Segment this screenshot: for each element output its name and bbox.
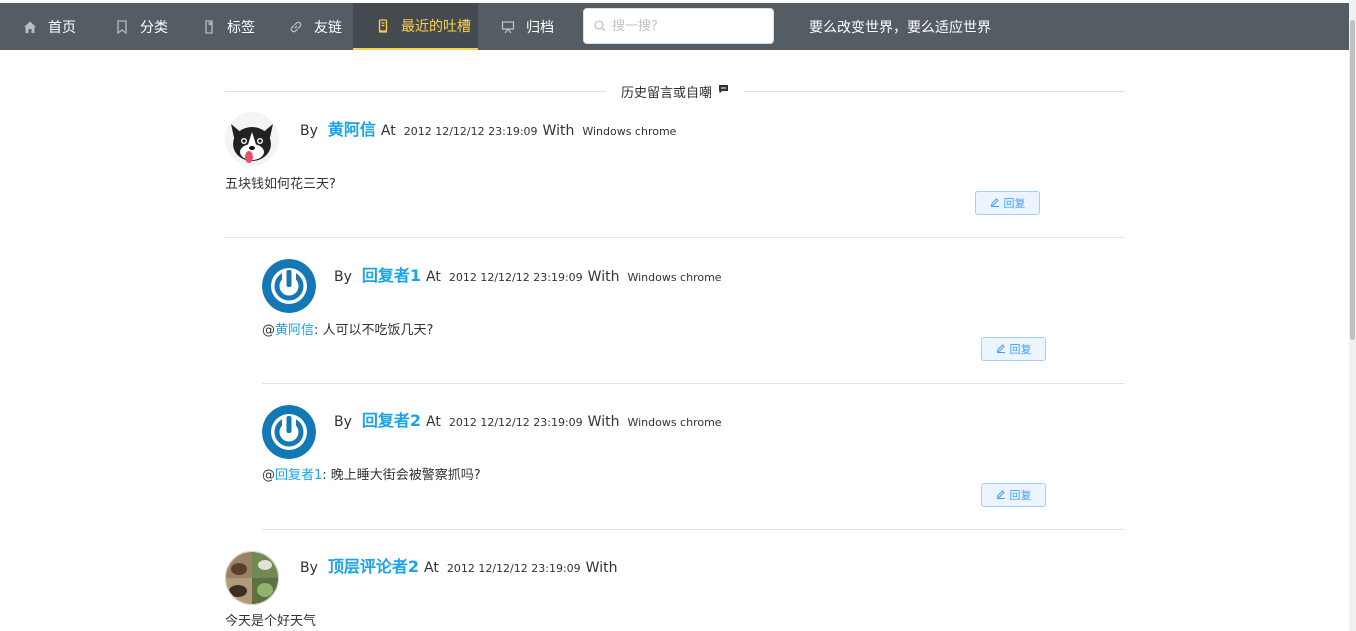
comment-body: 今天是个好天气 bbox=[225, 614, 317, 629]
by-label: By bbox=[300, 560, 318, 576]
at-sign: @ bbox=[262, 323, 275, 338]
comment-body: 五块钱如何花三天? bbox=[225, 177, 336, 192]
comment-text: 五块钱如何花三天? bbox=[225, 173, 336, 192]
comment-separator bbox=[262, 529, 1125, 530]
at-sign: @ bbox=[262, 468, 275, 483]
nav-item-category[interactable]: 分类 bbox=[92, 3, 179, 50]
comment-time: 2012 12/12/12 23:19:09 bbox=[403, 125, 538, 138]
nav-item-archive[interactable]: 归档 bbox=[478, 3, 568, 50]
reply-button[interactable]: 回复 bbox=[981, 483, 1046, 507]
edit-icon bbox=[990, 197, 1000, 210]
comment-body: : 晚上睡大街会被警察抓吗? bbox=[322, 468, 481, 483]
comment-meta: By 黄阿信 At 2012 12/12/12 23:19:09 With Wi… bbox=[300, 116, 676, 140]
nav-label-recent-rants: 最近的吐槽 bbox=[401, 18, 471, 35]
search-icon bbox=[594, 17, 606, 36]
by-label: By bbox=[300, 123, 318, 139]
reply-label: 回复 bbox=[1009, 343, 1032, 356]
section-title-text: 历史留言或自嘲 bbox=[621, 85, 713, 101]
section-title: 历史留言或自嘲 bbox=[606, 82, 745, 101]
at-label: At bbox=[424, 560, 439, 576]
tag-icon bbox=[201, 19, 217, 35]
search-input[interactable] bbox=[612, 18, 762, 34]
at-label: At bbox=[426, 414, 441, 430]
nav-label-links: 友链 bbox=[314, 19, 342, 36]
reply-label: 回复 bbox=[1009, 489, 1032, 502]
home-icon bbox=[22, 19, 38, 35]
comment-meta: By 回复者2 At 2012 12/12/12 23:19:09 With W… bbox=[334, 407, 722, 431]
nav-label-home: 首页 bbox=[48, 19, 76, 36]
client-info: Windows chrome bbox=[627, 271, 722, 284]
nav-item-home[interactable]: 首页 bbox=[0, 3, 92, 50]
nav-label-archive: 归档 bbox=[526, 19, 554, 36]
author-name[interactable]: 回复者1 bbox=[362, 262, 421, 286]
archive-icon bbox=[500, 19, 516, 35]
top-nav: 首页 分类 标签 友链 最近的吐槽 归档 要么改变世界，要么适 bbox=[0, 3, 1349, 50]
bookmark-icon bbox=[114, 19, 130, 35]
avatar[interactable] bbox=[225, 112, 279, 166]
avatar[interactable] bbox=[262, 405, 316, 459]
mention-link[interactable]: 回复者1 bbox=[275, 468, 322, 483]
comment-body: : 人可以不吃饭几天? bbox=[314, 323, 434, 338]
with-label: With bbox=[542, 123, 575, 139]
with-label: With bbox=[585, 560, 618, 576]
author-name[interactable]: 顶层评论者2 bbox=[328, 553, 419, 577]
comment-separator bbox=[225, 237, 1125, 238]
nav-item-recent-rants[interactable]: 最近的吐槽 bbox=[353, 3, 478, 50]
comment-text: @回复者1: 晚上睡大街会被警察抓吗? bbox=[262, 464, 481, 483]
nav-item-tags[interactable]: 标签 bbox=[179, 3, 266, 50]
nav-item-links[interactable]: 友链 bbox=[266, 3, 353, 50]
comment-separator bbox=[262, 383, 1125, 384]
client-info: Windows chrome bbox=[627, 416, 722, 429]
reply-button[interactable]: 回复 bbox=[975, 191, 1040, 215]
reply-label: 回复 bbox=[1003, 197, 1026, 210]
scrollbar-thumb[interactable] bbox=[1350, 20, 1355, 340]
comment-meta: By 顶层评论者2 At 2012 12/12/12 23:19:09 With bbox=[300, 553, 617, 577]
edit-icon bbox=[996, 489, 1006, 502]
edit-icon bbox=[996, 343, 1006, 356]
by-label: By bbox=[334, 269, 352, 285]
by-label: By bbox=[334, 414, 352, 430]
author-name[interactable]: 黄阿信 bbox=[328, 116, 376, 140]
chat-bubble-icon bbox=[718, 84, 729, 99]
page-scrollbar[interactable] bbox=[1349, 0, 1356, 631]
comment-time: 2012 12/12/12 23:19:09 bbox=[448, 271, 583, 284]
at-label: At bbox=[426, 269, 441, 285]
with-label: With bbox=[587, 414, 620, 430]
message-icon bbox=[375, 18, 391, 34]
reply-button[interactable]: 回复 bbox=[981, 337, 1046, 361]
comment-text: 今天是个好天气 bbox=[225, 610, 316, 629]
avatar[interactable] bbox=[262, 259, 316, 313]
with-label: With bbox=[587, 269, 620, 285]
link-icon bbox=[288, 19, 304, 35]
comment-meta: By 回复者1 At 2012 12/12/12 23:19:09 With W… bbox=[334, 262, 722, 286]
nav-label-tags: 标签 bbox=[227, 19, 255, 36]
mention-link[interactable]: 黄阿信 bbox=[275, 323, 314, 338]
author-name[interactable]: 回复者2 bbox=[362, 407, 421, 431]
nav-label-category: 分类 bbox=[140, 19, 168, 36]
comment-time: 2012 12/12/12 23:19:09 bbox=[446, 562, 581, 575]
at-label: At bbox=[380, 123, 396, 139]
site-slogan: 要么改变世界，要么适应世界 bbox=[809, 19, 991, 36]
comment-text: @黄阿信: 人可以不吃饭几天? bbox=[262, 319, 433, 338]
avatar[interactable] bbox=[225, 551, 279, 605]
search-box[interactable] bbox=[583, 8, 774, 44]
comment-time: 2012 12/12/12 23:19:09 bbox=[448, 416, 583, 429]
client-info: Windows chrome bbox=[582, 125, 677, 138]
